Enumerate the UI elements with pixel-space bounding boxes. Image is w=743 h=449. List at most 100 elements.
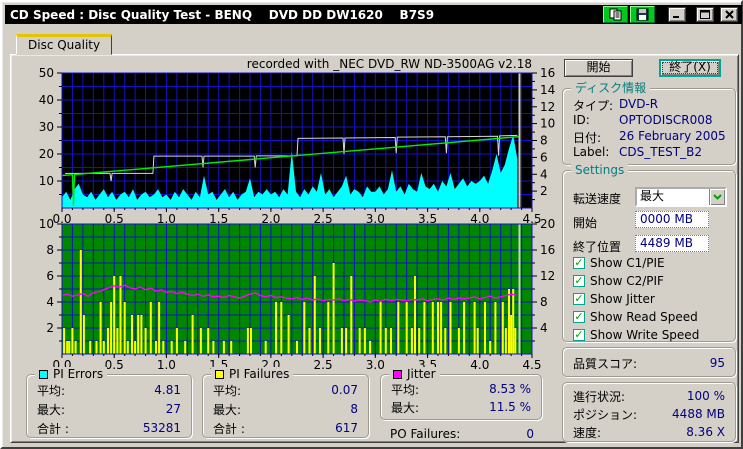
svg-text:3.0: 3.0 (366, 358, 385, 369)
po-failures-row: PO Failures: 0 (390, 425, 534, 443)
pi-errors-speed-chart: 0.0 0.5 1.0 1.5 2.0 2.5 3.0 3.5 4.0 4.5 10 20 30 40 50… (20, 58, 565, 231)
checkbox-show-c2-pif[interactable]: ✓ Show C2/PIF (573, 274, 664, 288)
copy-icon (609, 8, 621, 21)
quality-score-value: 95 (709, 356, 725, 370)
checkbox-check-icon: ✓ (573, 328, 585, 341)
titlebar-buttons (601, 5, 742, 24)
svg-text:1.0: 1.0 (157, 358, 176, 369)
disc-info-row: タイプ: DVD-R (573, 97, 659, 113)
po-failures-label: PO Failures: (390, 427, 461, 441)
stat-row: 合計 :53281 (37, 421, 181, 436)
svg-text:6: 6 (540, 150, 548, 164)
svg-text:6: 6 (46, 269, 54, 283)
checkbox-check-icon: ✓ (573, 310, 585, 323)
svg-text:8: 8 (46, 243, 54, 257)
checkbox-check-icon: ✓ (573, 274, 585, 287)
pi-errors-title: PI Errors (53, 367, 104, 381)
start-position-field[interactable]: 0000 MB (635, 211, 709, 228)
end-position-label: 終了位置 (573, 240, 622, 254)
svg-text:16: 16 (540, 243, 555, 257)
svg-text:8: 8 (540, 134, 548, 148)
checkbox-show-jitter[interactable]: ✓ Show Jitter (573, 292, 655, 306)
pi-failures-jitter-chart: 0.0 0.5 1.0 1.5 2.0 2.5 3.0 3.5 4.0 4.5 2 4 6 8 10 4 8 12… (20, 209, 565, 372)
svg-text:30: 30 (39, 120, 54, 134)
po-failures-value: 0 (526, 427, 534, 441)
checkbox-show-read-speed[interactable]: ✓ Show Read Speed (573, 310, 698, 324)
stat-row: 最大: 8 (213, 402, 358, 417)
title-bar: CD Speed : Disc Quality Test - BENQ DVD … (5, 5, 742, 24)
chevron-down-icon (713, 194, 722, 200)
copy-to-clipboard-button[interactable] (603, 6, 628, 23)
jitter-group: Jitter 平均: 8.53 % 最大: 11.5 % (380, 367, 542, 420)
settings-group: Settings 転送速度 最大 開始 0000 MB 終了位置 4489 MB… (562, 163, 736, 342)
pi-errors-speed-plot: 0.0 0.5 1.0 1.5 2.0 2.5 3.0 3.5 4.0 4.51020304050… (39, 66, 556, 226)
svg-text:2: 2 (540, 184, 548, 198)
progress-group: 進行状況: 100 % ポジション: 4488 MB 速度: 8.36 X (562, 382, 736, 442)
disc-info-group: ディスク情報 タイプ: DVD-R ID: OPTODISCR008 日付: 26 F… (562, 81, 736, 165)
app-window: CD Speed : Disc Quality Test - BENQ DVD … (0, 0, 743, 449)
checkbox-check-icon: ✓ (573, 292, 585, 305)
progress-row: 速度: 8.36 X (573, 425, 725, 440)
svg-text:12: 12 (540, 100, 555, 114)
save-icon (636, 8, 649, 21)
exit-button[interactable]: 終了(X) (659, 59, 721, 77)
pi-errors-group: PI Errors 平均: 4.81 最大: 27 合計 :53281 (26, 367, 192, 438)
checkbox-show-c1-pie[interactable]: ✓ Show C1/PIE (573, 256, 665, 270)
checkbox-check-icon: ✓ (573, 256, 585, 269)
svg-text:0.5: 0.5 (105, 358, 124, 369)
svg-text:8: 8 (540, 295, 548, 309)
start-button[interactable]: 開始 (564, 59, 633, 77)
svg-text:4: 4 (540, 167, 548, 181)
progress-row: ポジション: 4488 MB (573, 407, 725, 422)
start-position-label: 開始 (573, 216, 598, 230)
svg-text:50: 50 (39, 66, 54, 80)
svg-text:2.5: 2.5 (314, 358, 333, 369)
stat-row: 平均: 0.07 (213, 383, 358, 398)
jitter-swatch-icon (393, 369, 402, 379)
save-button[interactable] (630, 6, 655, 23)
maximize-button[interactable] (696, 7, 714, 22)
end-position-field[interactable]: 4489 MB (635, 235, 709, 252)
svg-text:16: 16 (540, 66, 555, 80)
close-icon (724, 10, 734, 19)
pi-errors-swatch-icon (39, 369, 48, 379)
svg-text:20: 20 (39, 147, 54, 161)
stat-row: 平均: 4.81 (37, 383, 181, 398)
quality-score-label: 品質スコア: (573, 356, 638, 371)
svg-text:10: 10 (540, 117, 555, 131)
close-button[interactable] (720, 7, 738, 22)
pi-failures-swatch-icon (215, 369, 224, 379)
jitter-title: Jitter (407, 367, 436, 381)
stat-row: 最大: 11.5 % (391, 400, 531, 415)
quality-score-group: 品質スコア: 95 (562, 347, 736, 377)
svg-text:4.0: 4.0 (470, 358, 489, 369)
disc-info-row: Label: CDS_TEST_B2 (573, 145, 702, 159)
disc-info-row: ID: OPTODISCR008 (573, 113, 713, 127)
svg-text:10: 10 (39, 217, 54, 231)
svg-text:12: 12 (540, 269, 555, 283)
transfer-speed-select[interactable]: 最大 (635, 187, 727, 207)
transfer-speed-value: 最大 (640, 189, 665, 203)
svg-text:40: 40 (39, 93, 54, 107)
checkbox-show-write-speed[interactable]: ✓ Show Write Speed (573, 328, 699, 342)
svg-text:14: 14 (540, 83, 555, 97)
svg-text:4: 4 (540, 321, 548, 335)
transfer-speed-label: 転送速度 (573, 192, 622, 206)
minimize-icon (673, 16, 679, 18)
settings-title: Settings (571, 163, 629, 177)
pi-failures-jitter-plot: 0.0 0.5 1.0 1.5 2.0 2.5 3.0 3.5 4.0 4.52468104812… (39, 217, 556, 372)
pi-failures-title: PI Failures (229, 367, 290, 381)
stat-row: 合計 :617 (213, 421, 358, 436)
svg-text:20: 20 (540, 217, 555, 231)
tab-disc-quality[interactable]: Disc Quality (16, 34, 113, 55)
progress-row: 進行状況: 100 % (573, 389, 725, 404)
stat-row: 平均: 8.53 % (391, 382, 531, 397)
svg-text:2: 2 (46, 321, 54, 335)
minimize-button[interactable] (668, 7, 686, 22)
disc-info-row: 日付: 26 February 2005 (573, 129, 726, 145)
svg-text:4.5: 4.5 (522, 358, 541, 369)
svg-text:4: 4 (46, 295, 54, 309)
svg-text:10: 10 (39, 174, 54, 188)
pi-failures-group: PI Failures 平均: 0.07 最大: 8 合計 :617 (202, 367, 369, 438)
maximize-icon (700, 10, 710, 19)
